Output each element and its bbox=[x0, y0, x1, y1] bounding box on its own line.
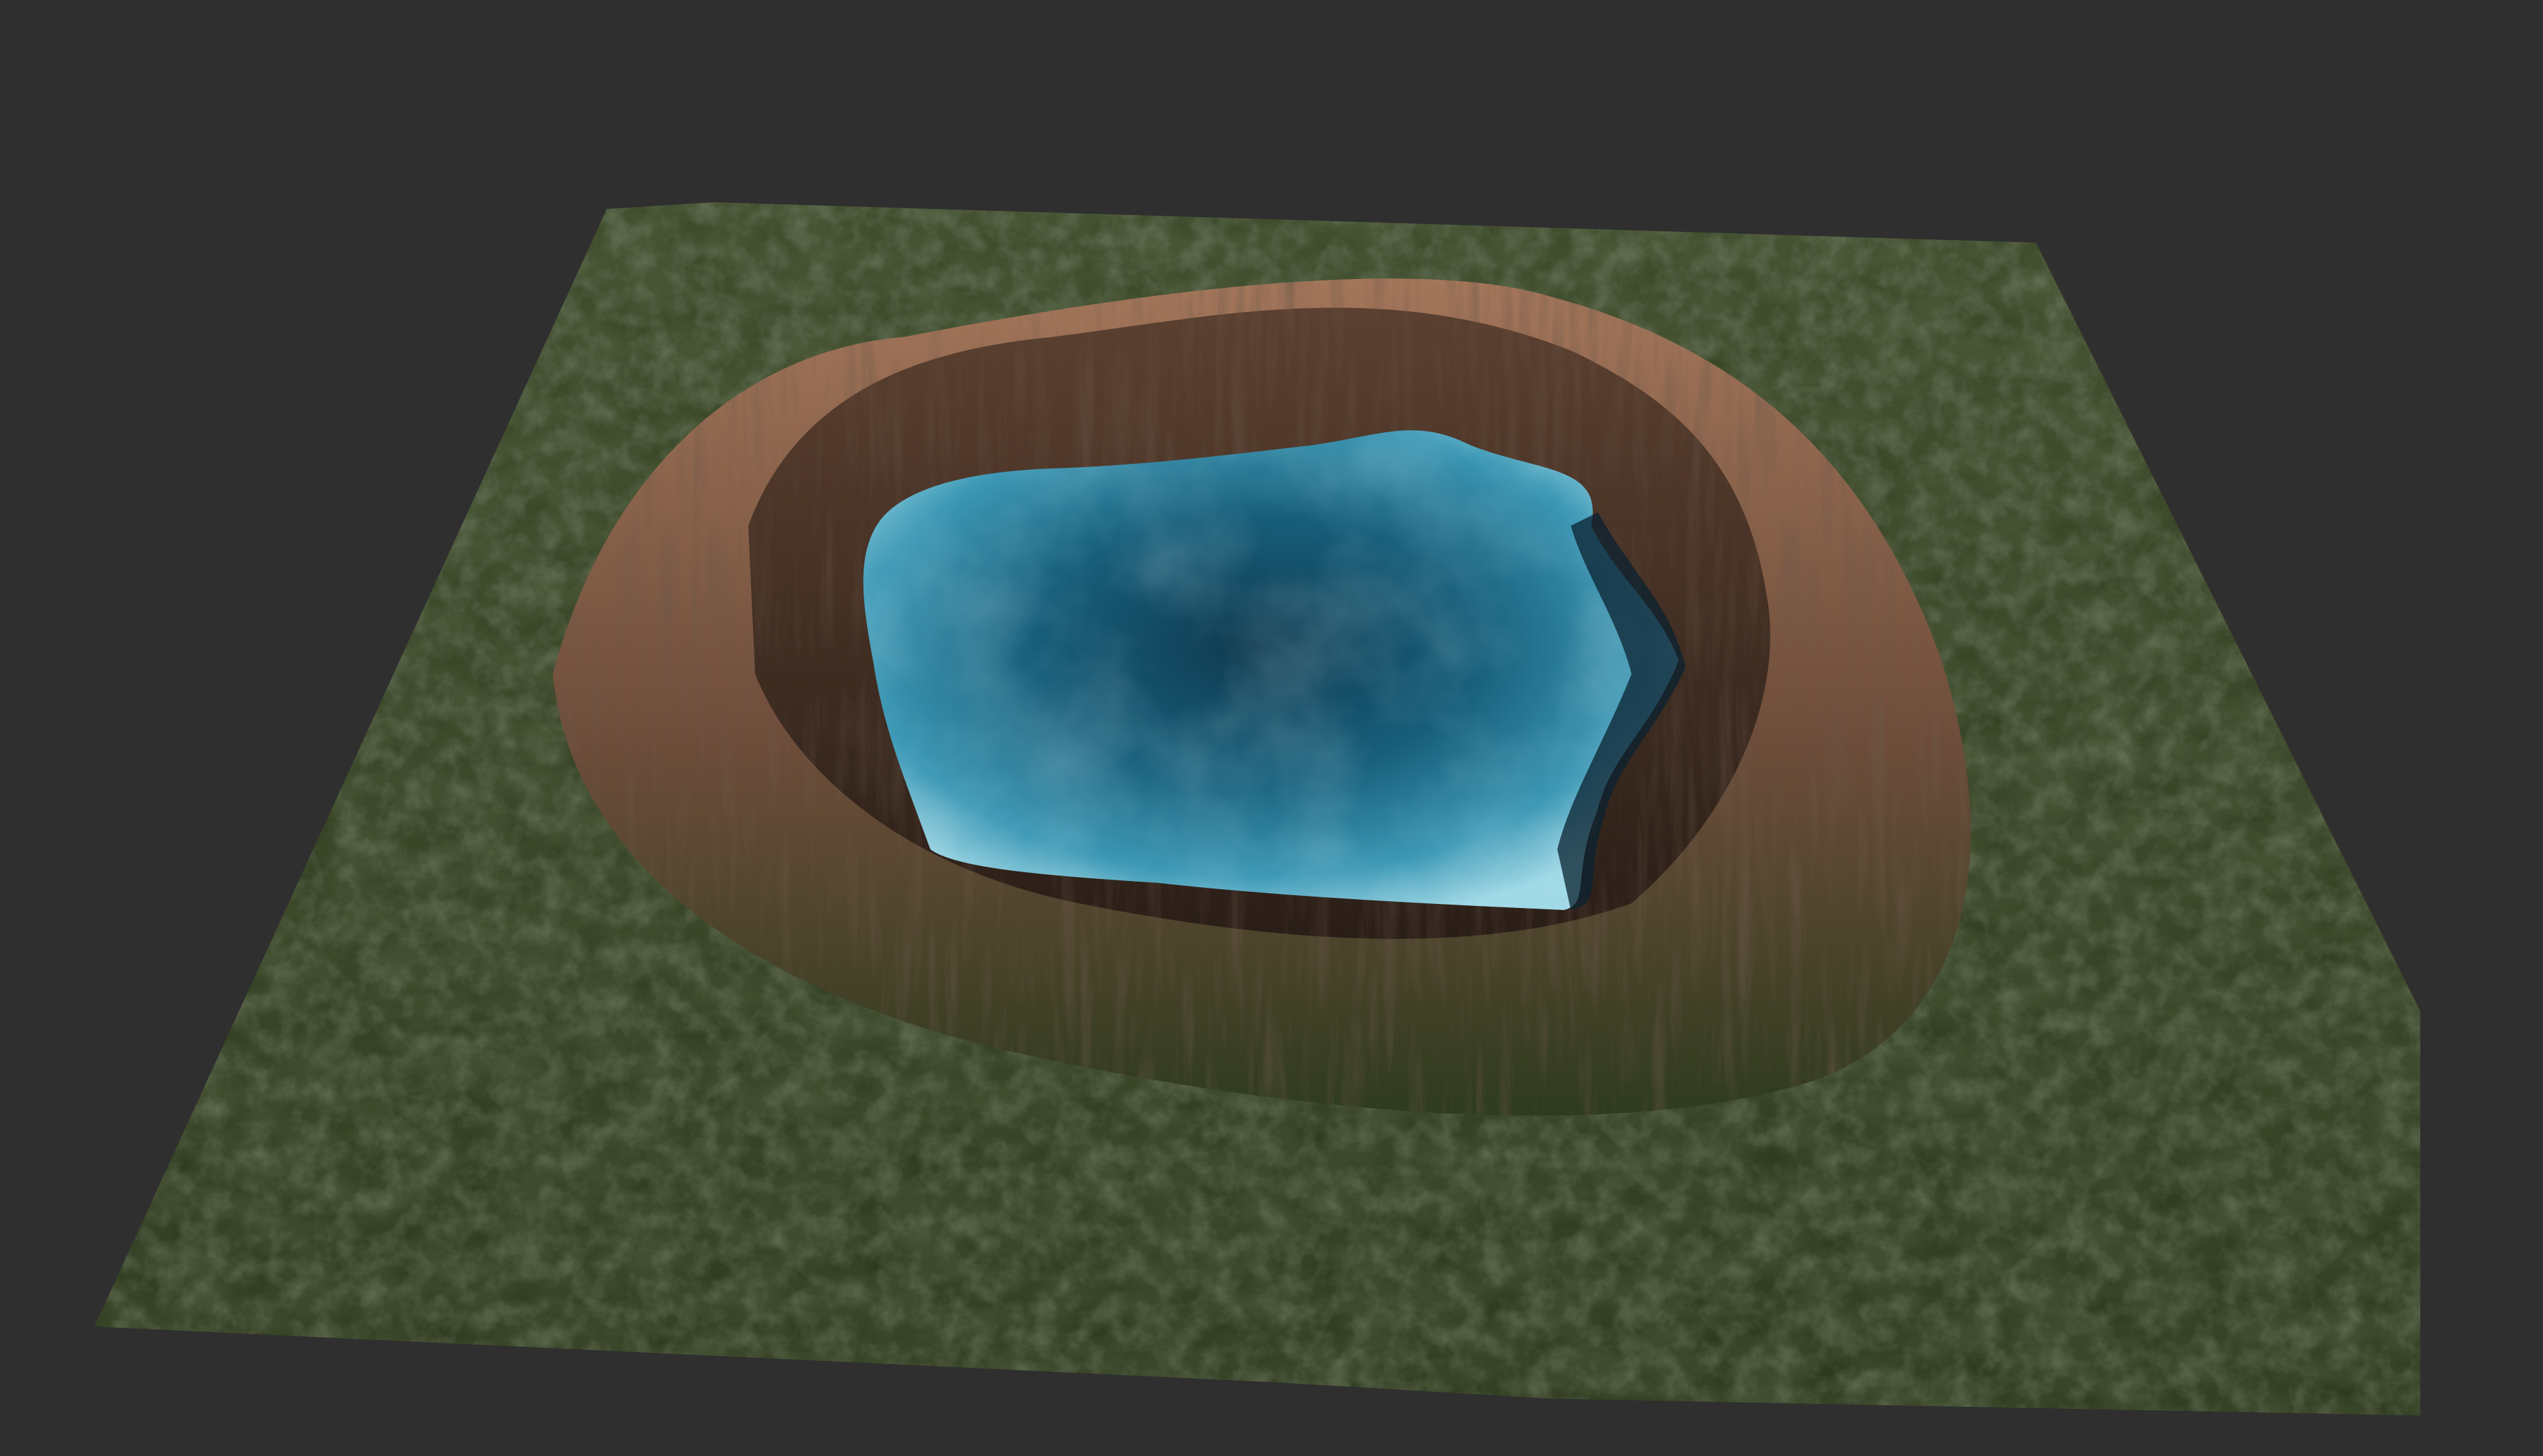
crater-lake bbox=[863, 430, 1685, 910]
viewport-3d[interactable] bbox=[0, 0, 2543, 1456]
terrain-render bbox=[94, 202, 2420, 1416]
